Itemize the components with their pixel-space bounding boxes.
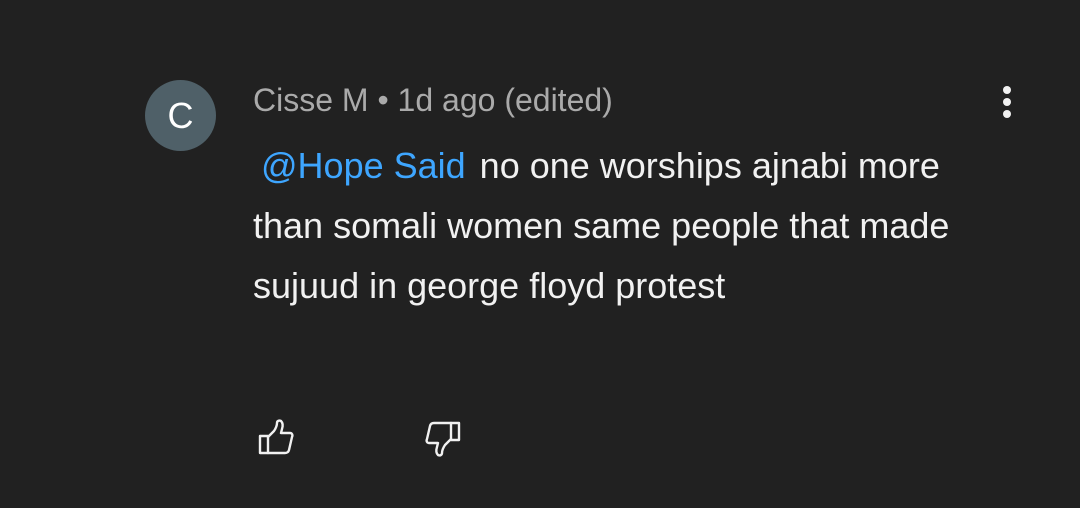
thumb-down-icon <box>423 418 463 458</box>
comment-meta: Cisse M • 1d ago (edited) <box>253 80 613 120</box>
more-options-button[interactable] <box>990 82 1026 122</box>
mention-link[interactable]: @Hope Said <box>253 145 480 186</box>
author-name[interactable]: Cisse M <box>253 82 369 118</box>
comment-body: @Hope Said no one worships ajnabi more th… <box>253 136 993 316</box>
dislike-button[interactable] <box>421 416 465 460</box>
thumb-up-icon <box>256 418 296 458</box>
edited-label: (edited) <box>504 82 613 118</box>
like-button[interactable] <box>254 416 298 460</box>
comment-time: 1d ago <box>397 82 496 118</box>
avatar-letter: C <box>167 95 194 136</box>
comment-item: C Cisse M • 1d ago (edited) @Hope Said no… <box>0 0 1080 508</box>
avatar[interactable]: C <box>145 80 216 151</box>
meta-separator: • <box>377 82 389 118</box>
